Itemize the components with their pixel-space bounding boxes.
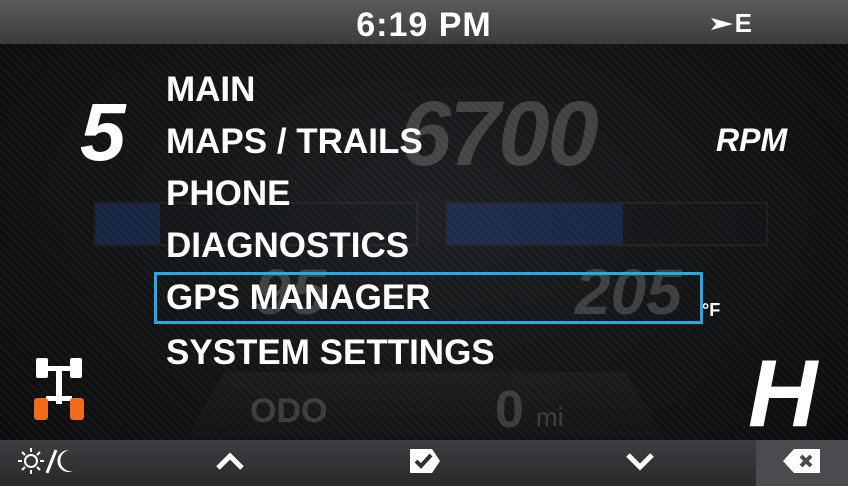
gear-indicator: 5 [80, 87, 126, 178]
odometer-value: 0 [495, 381, 524, 439]
dashboard-screen: 6700 95 205 ODO 0 mi 5 RPM °F H 6:19 PM [0, 0, 848, 486]
select-button[interactable] [400, 440, 450, 486]
menu-item-main[interactable]: MAIN [152, 64, 702, 116]
back-button[interactable] [756, 440, 848, 486]
select-check-icon [408, 446, 442, 481]
menu-item-diagnostics[interactable]: DIAGNOSTICS [152, 220, 702, 272]
odometer-unit: mi [536, 402, 564, 432]
day-night-button[interactable] [10, 440, 86, 486]
scroll-up-button[interactable] [200, 440, 260, 486]
main-menu: MAIN MAPS / TRAILS PHONE DIAGNOSTICS GPS… [152, 64, 703, 379]
temperature-unit: °F [702, 300, 721, 320]
drive-mode-indicator: H [748, 340, 818, 447]
chevron-down-icon [625, 451, 655, 476]
bottom-button-bar [0, 440, 848, 486]
compass-heading: E [710, 8, 752, 39]
heading-value: E [734, 8, 752, 38]
day-night-icon [17, 446, 79, 481]
scroll-down-button[interactable] [610, 440, 670, 486]
back-delete-icon [782, 447, 822, 480]
menu-item-maps-trails[interactable]: MAPS / TRAILS [152, 116, 702, 168]
menu-item-phone[interactable]: PHONE [152, 168, 702, 220]
heading-arrow-icon [710, 15, 733, 33]
awd-icon [28, 354, 92, 429]
status-bar: 6:19 PM E [0, 0, 848, 44]
menu-item-system-settings[interactable]: SYSTEM SETTINGS [152, 327, 702, 379]
rpm-label: RPM [716, 122, 788, 158]
chevron-up-icon [215, 451, 245, 476]
menu-item-gps-manager[interactable]: GPS MANAGER [154, 272, 703, 324]
odometer-label: ODO [250, 392, 328, 430]
